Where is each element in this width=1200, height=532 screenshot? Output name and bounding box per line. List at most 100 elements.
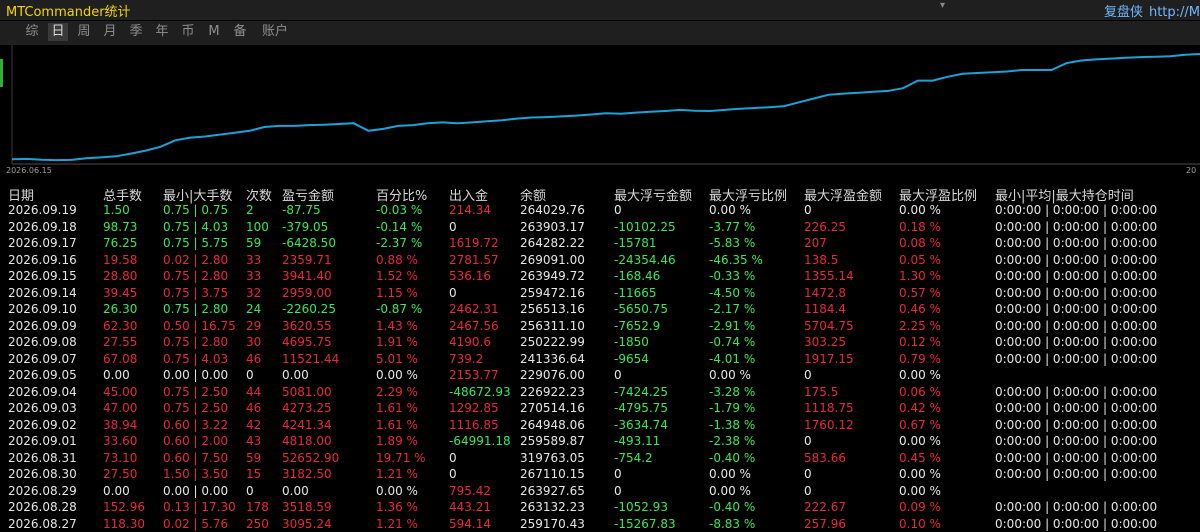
- table-row[interactable]: 2026.09.18 98.73 0.75 | 4.03 100 -379.05 -0.1…: [0, 219, 1200, 236]
- cell-lots: 19.58: [103, 252, 138, 267]
- table-row[interactable]: 2026.09.02 38.94 0.60 | 3.22 42 4241.34 1.61 …: [0, 417, 1200, 434]
- cell-date: 2026.08.30: [8, 467, 77, 481]
- cell-flow: 536.16: [449, 269, 491, 283]
- table-row[interactable]: 2026.09.08 27.55 0.75 | 2.80 30 4695.75 1.91 …: [0, 334, 1200, 351]
- cell-mfp: 138.5: [804, 252, 839, 267]
- table-row[interactable]: 2026.09.04 45.00 0.75 | 2.50 44 5081.00 2.29 …: [0, 384, 1200, 401]
- cell-date: 2026.09.08: [8, 335, 77, 349]
- cell-date: 2026.09.10: [8, 302, 77, 316]
- table-row[interactable]: 2026.09.09 62.30 0.50 | 16.75 29 3620.55 1.43…: [0, 318, 1200, 335]
- tab-7[interactable]: M: [204, 23, 224, 41]
- table-row[interactable]: 2026.08.28 152.96 0.13 | 17.30 178 3518.59 1.…: [0, 499, 1200, 516]
- cell-mfp: 0: [804, 467, 812, 481]
- table-row[interactable]: 2026.08.30 27.50 1.50 | 3.50 15 3182.50 1.21 …: [0, 466, 1200, 483]
- table-row[interactable]: 2026.09.16 19.58 0.02 | 2.80 33 2359.71 0.88 …: [0, 252, 1200, 269]
- cell-bal: 270514.16: [520, 401, 585, 415]
- cell-mfpp: 0.06 %: [899, 384, 941, 399]
- cell-lots: 67.08: [103, 351, 138, 366]
- cell-mflp: -3.77 %: [709, 219, 756, 234]
- cell-pnl: 3941.40: [282, 269, 332, 283]
- tab-8[interactable]: 备: [230, 23, 250, 41]
- tab-5[interactable]: 年: [152, 23, 172, 41]
- cell-lots: 27.55: [103, 335, 138, 349]
- cell-date: 2026.09.14: [8, 285, 77, 300]
- cell-minmax: 0.00 | 0.00: [163, 483, 229, 498]
- cell-minmax: 0.75 | 2.50: [163, 401, 229, 415]
- cell-minmax: 0.60 | 3.22: [163, 417, 229, 432]
- cell-mfp: 175.5: [804, 384, 839, 399]
- cell-flow: 795.42: [449, 483, 491, 498]
- tab-1[interactable]: 日: [48, 23, 68, 41]
- table-row[interactable]: 2026.09.10 26.30 0.75 | 2.80 24 -2260.25 -0.8…: [0, 301, 1200, 318]
- cell-mfl: -7652.9: [614, 318, 661, 333]
- cell-date: 2026.09.17: [8, 236, 77, 250]
- cell-lots: 26.30: [103, 302, 138, 316]
- cell-mflp: -0.40 %: [709, 450, 756, 465]
- tab-6[interactable]: 币: [178, 23, 198, 41]
- cell-mfl: -5650.75: [614, 302, 668, 316]
- cell-hold: 0:00:00 | 0:00:00 | 0:00:00: [995, 467, 1158, 481]
- tab-2[interactable]: 周: [74, 23, 94, 41]
- cell-flow: 2781.57: [449, 252, 499, 267]
- cell-pnl: 0.00: [282, 483, 309, 498]
- cell-lots: 62.30: [103, 318, 138, 333]
- cell-minmax: 1.50 | 3.50: [163, 467, 229, 481]
- cell-pnl: 0.00: [282, 368, 309, 382]
- cell-mfpp: 0.42 %: [899, 401, 941, 415]
- cell-hold: 0:00:00 | 0:00:00 | 0:00:00: [995, 318, 1158, 333]
- cell-mflp: -0.74 %: [709, 335, 756, 349]
- cell-count: 29: [246, 318, 262, 333]
- cell-mfpp: 2.25 %: [899, 318, 941, 333]
- cell-mfp: 5704.75: [804, 318, 854, 333]
- brand-link[interactable]: 复盘侠 http://M: [1104, 1, 1200, 20]
- table-row[interactable]: 2026.08.27 118.30 0.02 | 5.76 250 3095.24 1.2…: [0, 516, 1200, 532]
- cell-minmax: 0.75 | 4.03: [163, 351, 229, 366]
- table-row[interactable]: 2026.09.01 33.60 0.60 | 2.00 43 4818.00 1.89 …: [0, 433, 1200, 450]
- table-row[interactable]: 2026.09.17 76.25 0.75 | 5.75 59 -6428.50 -2.3…: [0, 235, 1200, 252]
- table-row[interactable]: 2026.08.29 0.00 0.00 | 0.00 0 0.00 0.00 % 795.…: [0, 483, 1200, 500]
- table-row[interactable]: 2026.09.15 28.80 0.75 | 2.80 33 3941.40 1.52 …: [0, 268, 1200, 285]
- cell-hold: 0:00:00 | 0:00:00 | 0:00:00: [995, 434, 1158, 448]
- cell-flow: 4190.6: [449, 335, 491, 349]
- cell-lots: 0.00: [103, 368, 130, 382]
- cell-lots: 28.80: [103, 269, 138, 283]
- cell-mflp: -5.83 %: [709, 236, 756, 250]
- table-row[interactable]: 2026.09.05 0.00 0.00 | 0.00 0 0.00 0.00 % 2153…: [0, 367, 1200, 384]
- cell-pct: -2.37 %: [376, 236, 423, 250]
- cell-mfp: 1760.12: [804, 417, 854, 432]
- cell-mfp: 1917.15: [804, 351, 854, 366]
- brand-url[interactable]: http://M: [1149, 5, 1200, 20]
- table-row[interactable]: 2026.09.14 39.45 0.75 | 3.75 32 2959.00 1.15 …: [0, 285, 1200, 302]
- cell-bal: 269091.00: [520, 252, 585, 267]
- cell-date: 2026.09.07: [8, 351, 77, 366]
- cell-mfpp: 0.09 %: [899, 500, 941, 514]
- cell-mfp: 226.25: [804, 219, 846, 234]
- table-row[interactable]: 2026.09.03 47.00 0.75 | 2.50 46 4273.25 1.61 …: [0, 400, 1200, 417]
- cell-hold: 0:00:00 | 0:00:00 | 0:00:00: [995, 219, 1158, 234]
- table-row[interactable]: 2026.08.31 73.10 0.60 | 7.50 59 52652.90 19.7…: [0, 450, 1200, 467]
- tab-4[interactable]: 季: [126, 23, 146, 41]
- cell-pnl: 3182.50: [282, 467, 332, 481]
- cell-pct: -0.14 %: [376, 219, 423, 234]
- table-row[interactable]: 2026.09.07 67.08 0.75 | 4.03 46 11521.44 5.01…: [0, 351, 1200, 368]
- cell-mfpp: 0.67 %: [899, 417, 941, 432]
- cell-pnl: -87.75: [282, 203, 321, 217]
- cell-pnl: 4695.75: [282, 335, 332, 349]
- table-row[interactable]: 2026.09.19 1.50 0.75 | 0.75 2 -87.75 -0.03 % 2…: [0, 202, 1200, 219]
- cell-lots: 152.96: [103, 500, 145, 514]
- cell-flow: 0: [449, 285, 457, 300]
- cell-hold: 0:00:00 | 0:00:00 | 0:00:00: [995, 401, 1158, 415]
- cell-pnl: 4273.25: [282, 401, 332, 415]
- tab-0[interactable]: 综: [22, 23, 42, 41]
- cell-pnl: 52652.90: [282, 450, 340, 465]
- cell-mfp: 583.66: [804, 450, 846, 465]
- tab-3[interactable]: 月: [100, 23, 120, 41]
- tab-9[interactable]: 账户: [258, 23, 292, 41]
- cell-mfp: 1355.14: [804, 269, 854, 283]
- cell-mfl: -7424.25: [614, 384, 668, 399]
- dropdown-icon[interactable]: ▾: [940, 0, 945, 11]
- cell-mfp: 0: [804, 203, 812, 217]
- cell-count: 46: [246, 401, 262, 415]
- cell-mfl: -24354.46: [614, 252, 676, 267]
- cell-bal: 241336.64: [520, 351, 585, 366]
